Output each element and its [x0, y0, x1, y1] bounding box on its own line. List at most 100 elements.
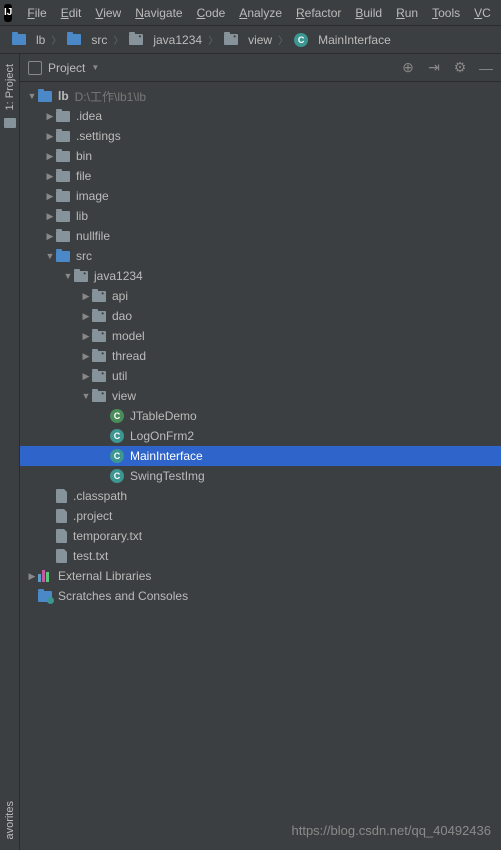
breadcrumb-java1234[interactable]: java1234 [125, 31, 206, 49]
tree-item-java1234[interactable]: ▼java1234 [20, 266, 501, 286]
tree-item-label: lb [58, 89, 69, 103]
tree-item-bin[interactable]: ▶ bin [20, 146, 501, 166]
tree-item-image[interactable]: ▶image [20, 186, 501, 206]
project-tree[interactable]: ▼lbD:\工作\lb1\lb▶.idea▶.settings▶bin▶file… [20, 82, 501, 850]
tree-item-label: src [76, 249, 92, 263]
tree-item-model[interactable]: ▶ model [20, 326, 501, 346]
folder-icon [56, 171, 70, 182]
folder-icon [56, 111, 70, 122]
chevron-right-icon[interactable]: ▶ [44, 171, 56, 182]
tree-item-temporary-txt[interactable]: temporary.txt [20, 526, 501, 546]
package-icon [129, 34, 143, 45]
tree-item-jtabledemo[interactable]: CJTableDemo [20, 406, 501, 426]
chevron-right-icon[interactable]: ▶ [80, 351, 92, 362]
tree-item-label: api [112, 289, 128, 303]
chevron-right-icon[interactable]: ▶ [44, 191, 56, 202]
tree-item-util[interactable]: ▶util [20, 366, 501, 386]
menu-refactor[interactable]: Refactor [289, 3, 348, 23]
tree-item-lb[interactable]: ▼lbD:\工作\lb1\lb [20, 86, 501, 106]
menubar: IJ FileEditViewNavigateCodeAnalyzeRefact… [0, 0, 501, 26]
menu-tools[interactable]: Tools [425, 3, 467, 23]
tree-item-label: model [112, 329, 145, 343]
tool-window-project-tab[interactable]: 1: Project [4, 60, 16, 114]
breadcrumb-lb[interactable]: lb [8, 31, 49, 49]
tree-item-external-libraries[interactable]: ▶External Libraries [20, 566, 501, 586]
chevron-right-icon[interactable]: ▶ [80, 291, 92, 302]
chevron-right-icon[interactable]: ▶ [80, 331, 92, 342]
tree-item-src[interactable]: ▼ src [20, 246, 501, 266]
breadcrumb-view[interactable]: view [220, 31, 276, 49]
menu-edit[interactable]: Edit [54, 3, 89, 23]
menu-analyze[interactable]: Analyze [232, 3, 289, 23]
chevron-down-icon[interactable]: ▼ [80, 391, 92, 401]
chevron-down-icon[interactable]: ▼ [62, 271, 74, 281]
tool-window-favorites-tab[interactable]: avorites [4, 797, 16, 844]
app-icon: IJ [4, 4, 12, 22]
menu-vc[interactable]: VC [467, 3, 498, 23]
menu-build[interactable]: Build [348, 3, 389, 23]
main-area: 1: Project avorites Project ▼ ⊕ ⇥ ⚙ — ▼ l… [0, 54, 501, 850]
menu-view[interactable]: View [88, 3, 128, 23]
chevron-right-icon[interactable]: ▶ [44, 151, 56, 162]
tree-item-file[interactable]: ▶file [20, 166, 501, 186]
class-icon: C [110, 429, 124, 443]
menu-file[interactable]: File [20, 3, 53, 23]
breadcrumb-separator: 〉 [113, 32, 123, 47]
tree-item-test-txt[interactable]: test.txt [20, 546, 501, 566]
project-panel: Project ▼ ⊕ ⇥ ⚙ — ▼lbD:\工作\lb1\lb▶.idea▶… [20, 54, 501, 850]
collapse-icon[interactable]: ⇥ [427, 61, 441, 75]
tree-item-label: lib [76, 209, 88, 223]
breadcrumb-label: MainInterface [318, 33, 391, 47]
folder-icon [56, 191, 70, 202]
tree-item-maininterface[interactable]: CMainInterface [20, 446, 501, 466]
chevron-right-icon[interactable]: ▶ [44, 111, 56, 122]
tree-item-nullfile[interactable]: ▶ nullfile [20, 226, 501, 246]
chevron-down-icon[interactable]: ▼ [44, 251, 56, 261]
chevron-right-icon[interactable]: ▶ [80, 371, 92, 382]
project-view-icon [28, 61, 42, 75]
chevron-right-icon[interactable]: ▶ [26, 571, 38, 582]
tree-item-label: dao [112, 309, 132, 323]
tree-item--project[interactable]: .project [20, 506, 501, 526]
menu-navigate[interactable]: Navigate [128, 3, 189, 23]
tree-item--idea[interactable]: ▶.idea [20, 106, 501, 126]
breadcrumb-src[interactable]: src [63, 31, 111, 49]
menu-run[interactable]: Run [389, 3, 425, 23]
tree-item-lib[interactable]: ▶ lib [20, 206, 501, 226]
chevron-right-icon[interactable]: ▶ [44, 231, 56, 242]
chevron-right-icon[interactable]: ▶ [44, 131, 56, 142]
tree-item-label: test.txt [73, 549, 108, 563]
chevron-right-icon[interactable]: ▶ [80, 311, 92, 322]
package-icon [92, 371, 106, 382]
tree-item-label: temporary.txt [73, 529, 142, 543]
breadcrumb-bar: lb〉src〉java1234〉view〉CMainInterface [0, 26, 501, 54]
menu-code[interactable]: Code [190, 3, 233, 23]
folder-icon [38, 91, 52, 102]
locate-icon[interactable]: ⊕ [401, 61, 415, 75]
tree-item-dao[interactable]: ▶ dao [20, 306, 501, 326]
chevron-down-icon: ▼ [91, 63, 99, 72]
project-tab-icon [4, 118, 16, 128]
tree-item-thread[interactable]: ▶thread [20, 346, 501, 366]
breadcrumb-maininterface[interactable]: CMainInterface [290, 31, 395, 49]
tree-item--settings[interactable]: ▶.settings [20, 126, 501, 146]
tree-item-label: nullfile [76, 229, 110, 243]
tree-item-api[interactable]: ▶ api [20, 286, 501, 306]
tree-item-view[interactable]: ▼view [20, 386, 501, 406]
tree-item-swingtestimg[interactable]: CSwingTestImg [20, 466, 501, 486]
minimize-icon[interactable]: — [479, 61, 493, 75]
scratches-icon [38, 591, 52, 602]
chevron-right-icon[interactable]: ▶ [44, 211, 56, 222]
package-icon [92, 351, 106, 362]
tree-item-label: JTableDemo [130, 409, 197, 423]
tree-item-label: .classpath [73, 489, 127, 503]
tree-item-label: bin [76, 149, 92, 163]
gear-icon[interactable]: ⚙ [453, 61, 467, 75]
panel-title[interactable]: Project ▼ [28, 61, 99, 75]
folder-icon [67, 34, 81, 45]
breadcrumb-separator: 〉 [278, 32, 288, 47]
tree-item--classpath[interactable]: .classpath [20, 486, 501, 506]
tree-item-scratches-and-consoles[interactable]: Scratches and Consoles [20, 586, 501, 606]
tree-item-logonfrm2[interactable]: CLogOnFrm2 [20, 426, 501, 446]
chevron-down-icon[interactable]: ▼ [26, 91, 38, 101]
